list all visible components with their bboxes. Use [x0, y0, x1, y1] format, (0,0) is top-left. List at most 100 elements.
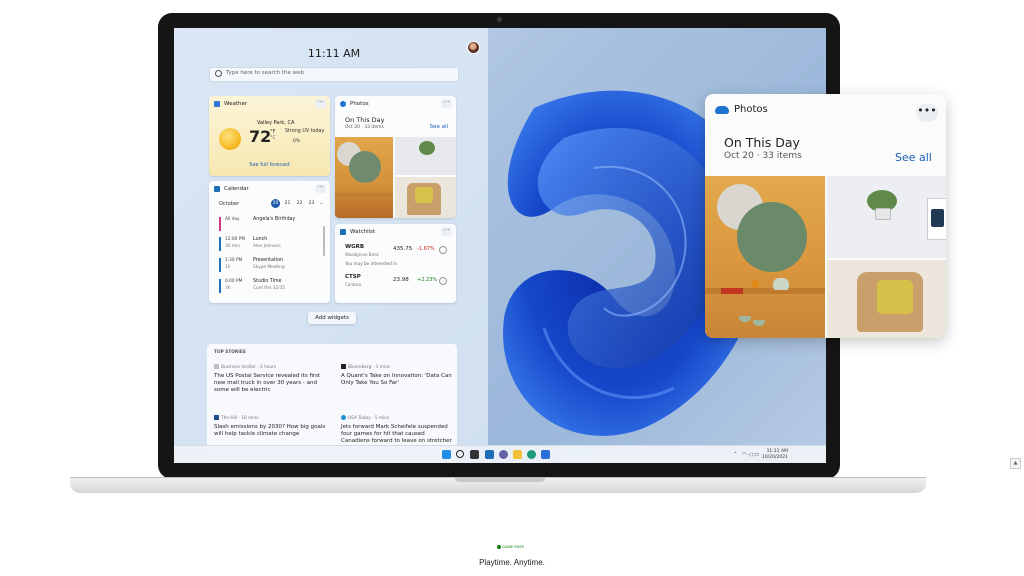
event-detail: Skype Meeting [253, 265, 285, 270]
calendar-scrollbar[interactable] [323, 226, 325, 256]
calendar-day[interactable]: 22 [295, 199, 304, 208]
story-headline: Slash emissions by 2030? How big goals w… [214, 424, 326, 437]
calendar-event[interactable]: All day Angela's Birthday [219, 216, 322, 233]
calendar-more-button[interactable]: ··· [315, 184, 326, 193]
windows-logo-icon[interactable] [442, 450, 451, 459]
event-time: All day [225, 217, 240, 222]
event-detail: Alex Johnson [253, 244, 281, 249]
weather-temperature: 72 [249, 127, 272, 146]
wifi-icon[interactable]: ◠ [742, 452, 747, 458]
unit-celsius[interactable]: °C [270, 135, 276, 141]
stocks-chart-icon [340, 229, 346, 235]
story-headline: Jets forward Mark Scheifele suspended fo… [341, 424, 452, 444]
stock-change: -1.67% [417, 246, 435, 252]
carousel-next-button[interactable]: ▲ [1010, 458, 1021, 469]
photo-hanging-plant[interactable] [395, 137, 456, 175]
weather-condition: Strong UV today [285, 129, 325, 134]
photos-date: Oct 20 · 33 items [724, 151, 802, 161]
photo-chair[interactable] [827, 260, 946, 338]
event-time: 12:00 PM [225, 237, 246, 242]
search-placeholder: Type here to search the web [226, 70, 304, 76]
add-widgets-button[interactable]: Add widgets [308, 312, 356, 324]
photo-still-life[interactable] [705, 176, 825, 338]
weather-widget[interactable]: Weather ··· Valley Park, CA 72 °F °C Str… [209, 96, 330, 176]
watchlist-title: Watchlist [350, 229, 376, 235]
weather-location: Valley Park, CA [257, 120, 295, 126]
watchlist-widget[interactable]: Watchlist ··· WGRB Woodgrove Bank 435.75… [335, 224, 456, 303]
event-color-bar [219, 258, 221, 272]
story-source: Business Insider · 2 hours [221, 365, 277, 370]
photo-hanging-plant[interactable] [827, 176, 946, 258]
event-title: Presentation [253, 258, 284, 263]
news-story[interactable]: USA Today · 5 mins Jets forward Mark Sch… [341, 415, 453, 445]
chevron-up-icon[interactable]: ˄ [734, 452, 737, 458]
event-title: Lunch [253, 237, 268, 242]
widgets-clock: 11:11 AM [307, 47, 361, 60]
profile-avatar[interactable] [467, 41, 480, 54]
search-icon [215, 70, 222, 77]
search-icon[interactable] [456, 450, 464, 458]
sun-icon [219, 128, 241, 150]
widgets-icon[interactable] [485, 450, 494, 459]
stock-remove-icon[interactable] [439, 246, 447, 254]
calendar-event[interactable]: 12:00 PM 30 min Lunch Alex Johnson [219, 236, 322, 253]
battery-icon[interactable]: ▭ [754, 452, 759, 458]
stock-symbol[interactable]: WGRB [345, 244, 364, 250]
source-logo-icon [214, 364, 219, 369]
photos-see-all-small[interactable]: See all [430, 124, 448, 130]
taskbar-clock[interactable]: 11:11 AM 10/20/2021 [762, 449, 788, 461]
onedrive-cloud-icon [715, 106, 729, 114]
game-pass-badge: GAME PASS [497, 544, 524, 549]
calendar-title: Calendar [224, 186, 249, 192]
event-duration: 1h [225, 265, 231, 270]
calendar-icon [214, 186, 220, 192]
event-color-bar [219, 279, 221, 293]
calendar-day[interactable]: 21 [283, 199, 292, 208]
story-headline: A Quant's Take on Innovation: 'Data Can … [341, 373, 452, 386]
news-story[interactable]: The Hill · 18 mins Slash emissions by 20… [214, 415, 326, 438]
weather-title: Weather [224, 101, 248, 107]
laptop-hinge-notch [455, 478, 545, 482]
calendar-day-selected[interactable]: 20 [271, 199, 280, 208]
photos-more-button[interactable]: ••• [916, 104, 938, 122]
news-story[interactable]: Bloomberg · 3 mins A Quant's Take on Inn… [341, 364, 453, 387]
calendar-event[interactable]: 6:00 PM 3h Studio Time Conf Rm 32/35 [219, 278, 322, 295]
weather-icon [214, 101, 220, 107]
photos-see-all-link[interactable]: See all [895, 151, 932, 164]
weather-more-button[interactable]: ··· [315, 99, 326, 108]
event-title: Studio Time [253, 279, 282, 284]
calendar-day[interactable]: 23 [307, 199, 316, 208]
rain-chance: 0% [293, 139, 301, 144]
store-icon[interactable] [541, 450, 550, 459]
source-logo-icon [341, 364, 346, 369]
calendar-widget[interactable]: Calendar ··· October 20 21 22 23 ⌄ All d… [209, 181, 330, 303]
news-story[interactable]: Business Insider · 2 hours The US Postal… [214, 364, 326, 394]
watchlist-more-button[interactable]: ··· [441, 227, 452, 236]
taskbar-date: 10/20/2021 [762, 455, 788, 460]
photos-date-small: Oct 20 · 33 items [345, 125, 384, 130]
story-headline: The US Postal Service revealed its first… [214, 373, 321, 393]
task-view-icon[interactable] [470, 450, 479, 459]
file-explorer-icon[interactable] [513, 450, 522, 459]
event-time: 1:30 PM [225, 258, 243, 263]
photos-widget-small[interactable]: Photos ··· On This Day Oct 20 · 33 items… [335, 96, 456, 218]
story-source: USA Today · 5 mins [348, 416, 390, 421]
photos-more-button-small[interactable]: ··· [441, 99, 452, 108]
stock-add-icon[interactable] [439, 277, 447, 285]
photos-title: Photos [734, 104, 768, 115]
web-search-input[interactable]: Type here to search the web [209, 67, 459, 82]
photo-chair[interactable] [395, 177, 456, 218]
full-forecast-link[interactable]: See full forecast [209, 162, 330, 168]
xbox-logo-icon [497, 545, 501, 549]
stock-symbol[interactable]: CTSP [345, 274, 361, 280]
photo-still-life[interactable] [335, 137, 393, 218]
tagline: Playtime. Anytime. [479, 558, 545, 567]
chat-icon[interactable] [499, 450, 508, 459]
chevron-down-icon[interactable]: ⌄ [317, 199, 326, 208]
stock-name: Contoso [345, 282, 362, 287]
calendar-event[interactable]: 1:30 PM 1h Presentation Skype Meeting [219, 257, 322, 274]
stock-price: 23.98 [393, 277, 409, 283]
photos-widget-enlarged[interactable]: Photos ••• On This Day Oct 20 · 33 items… [705, 94, 946, 338]
edge-icon[interactable] [527, 450, 536, 459]
volume-icon[interactable]: ◁ [748, 452, 752, 458]
